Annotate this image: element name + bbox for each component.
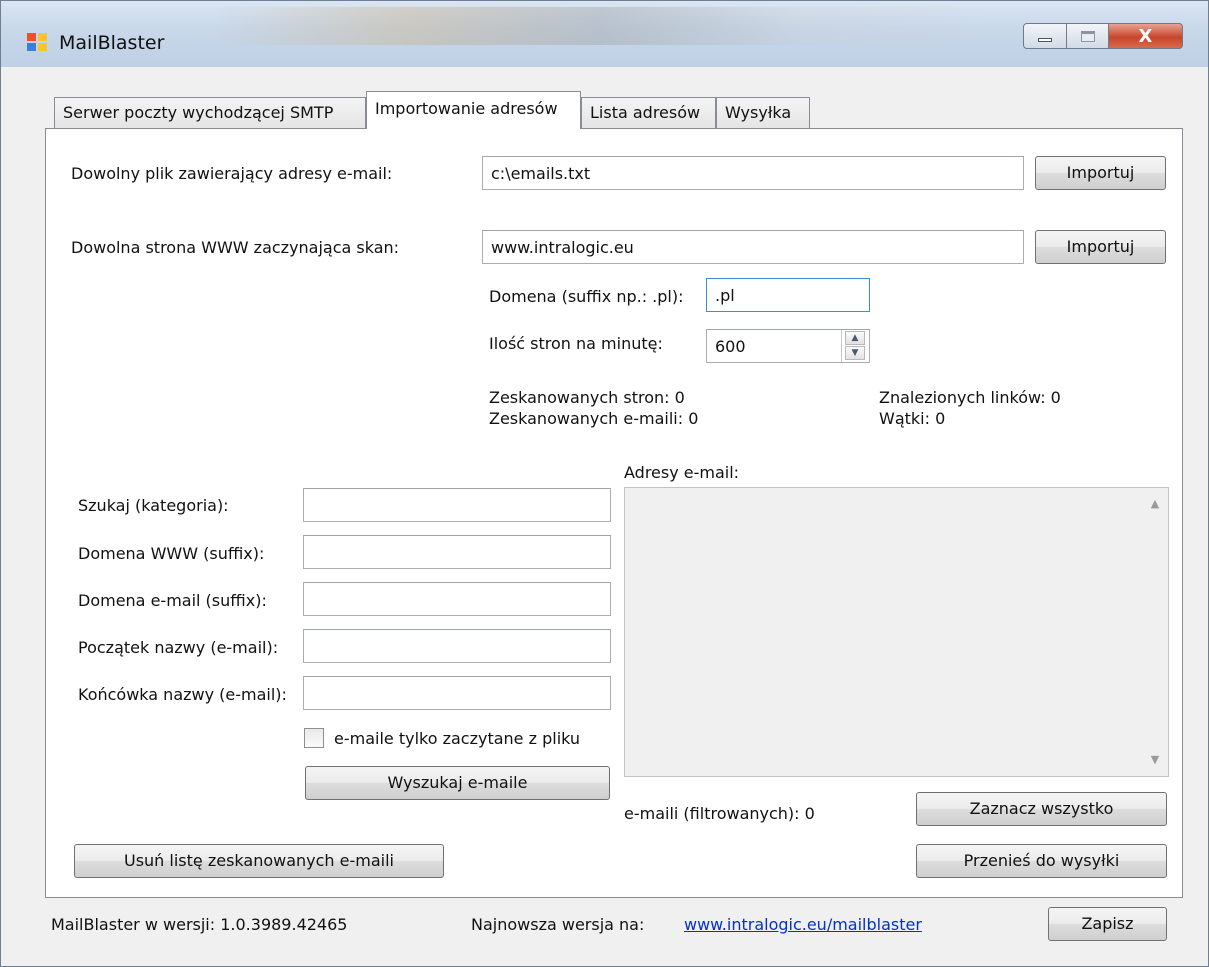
threads-stat: Wątki: 0 — [879, 409, 946, 428]
main-window: MailBlaster X Serwer poczty wychodzącej … — [0, 0, 1209, 967]
tab-smtp-server[interactable]: Serwer poczty wychodzącej SMTP — [54, 97, 366, 129]
maximize-button[interactable] — [1067, 23, 1109, 49]
scroll-up-icon[interactable]: ▲ — [1142, 492, 1168, 516]
name-end-label: Końcówka nazwy (e-mail): — [78, 685, 287, 704]
import-file-label: Dowolny plik zawierający adresy e-mail: — [71, 164, 393, 183]
email-addresses-list[interactable]: ▲ ▼ — [624, 487, 1169, 777]
domain-suffix-input[interactable] — [706, 278, 870, 312]
close-button[interactable]: X — [1109, 23, 1183, 49]
scanned-pages-stat: Zeskanowanych stron: 0 — [489, 388, 685, 407]
maximize-icon — [1080, 30, 1095, 42]
pages-per-minute-label: Ilość stron na minutę: — [489, 334, 663, 353]
tab-label: Wysyłka — [725, 103, 792, 122]
newest-version-label: Najnowsza wersja na: — [471, 915, 645, 934]
save-button[interactable]: Zapisz — [1048, 907, 1167, 941]
search-emails-button[interactable]: Wyszukaj e-maile — [305, 766, 610, 800]
import-web-button[interactable]: Importuj — [1035, 230, 1166, 264]
app-icon — [27, 33, 49, 53]
domain-suffix-label: Domena (suffix np.: .pl): — [489, 287, 684, 306]
spin-up-icon[interactable]: ▲ — [845, 331, 865, 345]
tab-label: Serwer poczty wychodzącej SMTP — [63, 103, 334, 122]
version-text: MailBlaster w wersji: 1.0.3989.42465 — [51, 915, 348, 934]
close-icon: X — [1138, 25, 1153, 47]
list-scrollbar[interactable]: ▲ ▼ — [1142, 488, 1168, 776]
spin-down-icon[interactable]: ▼ — [845, 346, 865, 360]
email-domain-label: Domena e-mail (suffix): — [78, 591, 267, 610]
import-file-button[interactable]: Importuj — [1035, 156, 1166, 190]
pages-per-minute-stepper[interactable]: ▲ ▼ — [841, 330, 867, 362]
scanned-emails-stat: Zeskanowanych e-maili: 0 — [489, 409, 699, 428]
minimize-button[interactable] — [1023, 23, 1067, 49]
import-web-label: Dowolna strona WWW zaczynająca skan: — [71, 238, 400, 257]
import-file-input[interactable] — [482, 156, 1024, 190]
scroll-down-icon[interactable]: ▼ — [1142, 748, 1168, 772]
file-only-checkbox[interactable] — [304, 728, 324, 748]
clear-scanned-button[interactable]: Usuń listę zeskanowanych e-maili — [74, 844, 444, 878]
email-domain-input[interactable] — [303, 582, 611, 616]
window-title: MailBlaster — [59, 32, 165, 54]
filtered-emails-count: e-maili (filtrowanych): 0 — [624, 804, 815, 823]
www-domain-input[interactable] — [303, 535, 611, 569]
tab-label: Lista adresów — [590, 103, 701, 122]
minimize-icon — [1038, 38, 1052, 42]
title-bar-background — [211, 7, 991, 45]
select-all-button[interactable]: Zaznacz wszystko — [916, 792, 1167, 826]
name-start-label: Początek nazwy (e-mail): — [78, 638, 279, 657]
www-domain-label: Domena WWW (suffix): — [78, 544, 265, 563]
tab-label: Importowanie adresów — [375, 99, 558, 118]
addresses-label: Adresy e-mail: — [624, 463, 740, 482]
title-bar[interactable]: MailBlaster X — [1, 1, 1208, 67]
tab-address-list[interactable]: Lista adresów — [581, 97, 716, 129]
move-to-sending-button[interactable]: Przenieś do wysyłki — [916, 844, 1167, 878]
tab-import-addresses[interactable]: Importowanie adresów — [366, 91, 581, 129]
file-only-label[interactable]: e-maile tylko zaczytane z pliku — [334, 729, 580, 748]
newest-version-link[interactable]: www.intralogic.eu/mailblaster — [684, 915, 922, 934]
name-end-input[interactable] — [303, 676, 611, 710]
found-links-stat: Znalezionych linków: 0 — [879, 388, 1061, 407]
category-input[interactable] — [303, 488, 611, 522]
category-label: Szukaj (kategoria): — [78, 496, 229, 515]
tab-sending[interactable]: Wysyłka — [716, 97, 810, 129]
name-start-input[interactable] — [303, 629, 611, 663]
import-web-input[interactable] — [482, 230, 1024, 264]
